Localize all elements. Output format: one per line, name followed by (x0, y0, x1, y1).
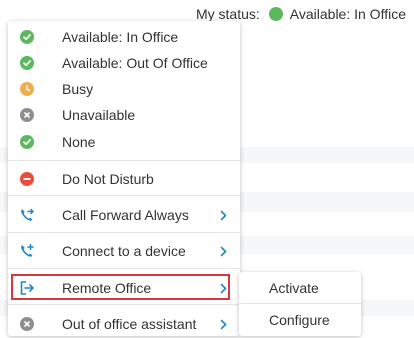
menu-item-none[interactable]: None (8, 129, 240, 155)
phone-plus-icon (19, 243, 35, 259)
menu-item-label: Call Forward Always (62, 207, 189, 223)
submenu-item-configure[interactable]: Configure (239, 306, 361, 334)
clock-icon (19, 81, 35, 97)
menu-item-label: Available: In Office (62, 29, 179, 45)
menu-divider (8, 304, 240, 305)
chevron-right-icon (218, 245, 228, 257)
menu-item-do-not-disturb[interactable]: Do Not Disturb (8, 166, 240, 192)
check-circle-icon (19, 55, 35, 71)
menu-item-available-in-office[interactable]: Available: In Office (8, 24, 240, 50)
menu-item-busy[interactable]: Busy (8, 76, 240, 102)
remote-office-submenu: Activate Configure (239, 272, 361, 336)
menu-item-label: Out of office assistant (62, 316, 197, 332)
menu-item-call-forward-always[interactable]: Call Forward Always (8, 202, 240, 228)
x-circle-icon (19, 316, 35, 332)
minus-circle-icon (19, 171, 35, 187)
status-value: Available: In Office (289, 6, 406, 22)
submenu-divider (239, 303, 361, 304)
menu-item-unavailable[interactable]: Unavailable (8, 102, 240, 128)
check-circle-icon (19, 29, 35, 45)
menu-item-label: Busy (62, 81, 94, 97)
menu-item-label: Do Not Disturb (62, 171, 154, 187)
menu-item-label: Available: Out Of Office (62, 55, 208, 71)
menu-item-label: None (62, 134, 96, 150)
menu-item-available-out-of-office[interactable]: Available: Out Of Office (8, 50, 240, 76)
remote-office-highlight-box (11, 274, 230, 300)
chevron-right-icon (218, 209, 228, 221)
call-forward-icon (19, 207, 35, 223)
my-status-bar[interactable]: My status: Available: In Office (196, 6, 406, 22)
menu-item-connect-to-device[interactable]: Connect to a device (8, 238, 240, 264)
menu-divider (8, 268, 240, 269)
menu-divider (8, 195, 240, 196)
menu-divider (8, 160, 240, 161)
status-available-icon (268, 7, 283, 21)
chevron-right-icon (218, 318, 228, 330)
submenu-item-label: Configure (269, 312, 330, 328)
menu-item-label: Connect to a device (62, 243, 186, 259)
menu-item-label: Unavailable (62, 107, 136, 123)
check-circle-icon (19, 134, 35, 150)
menu-item-out-of-office-assistant[interactable]: Out of office assistant (8, 311, 240, 337)
status-label: My status: (195, 6, 260, 22)
submenu-item-activate[interactable]: Activate (239, 274, 361, 302)
submenu-item-label: Activate (269, 280, 319, 296)
x-circle-icon (19, 107, 35, 123)
menu-divider (8, 232, 240, 233)
